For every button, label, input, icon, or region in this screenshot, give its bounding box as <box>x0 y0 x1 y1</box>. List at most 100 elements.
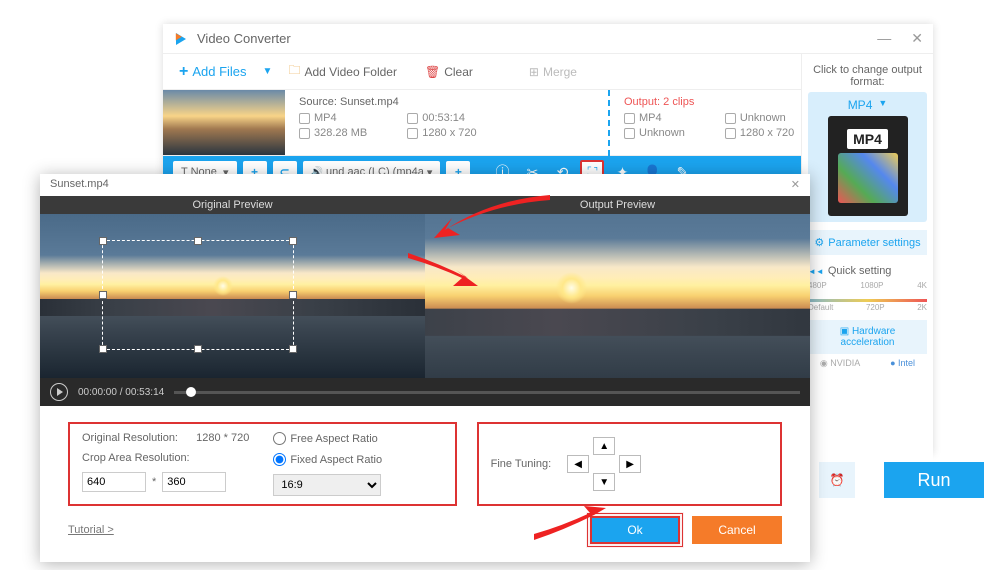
quality-slider[interactable]: 480P 1080P 4K <box>808 281 927 309</box>
format-icon <box>299 113 310 124</box>
crop-handle-tc[interactable] <box>194 237 202 245</box>
title-bar: Video Converter — ✕ <box>163 24 933 54</box>
app-title: Video Converter <box>197 31 291 46</box>
add-files-dropdown[interactable]: ▼ <box>263 66 273 77</box>
nudge-left-button[interactable]: ◀ <box>567 455 589 473</box>
crop-handle-bl[interactable] <box>99 345 107 353</box>
trash-icon: 🗑 <box>425 65 440 79</box>
chip-icon: ▣ <box>840 326 849 337</box>
play-button[interactable] <box>50 383 68 401</box>
aspect-ratio-select[interactable]: 16:9 <box>273 474 381 496</box>
output-label: Output: <box>624 96 660 108</box>
close-button[interactable]: ✕ <box>911 30 923 47</box>
parameter-settings-button[interactable]: ⚙ Parameter settings <box>808 230 927 255</box>
fixed-aspect-radio[interactable]: Fixed Aspect Ratio <box>273 453 382 466</box>
merge-label: Merge <box>543 65 577 79</box>
add-folder-label: Add Video Folder <box>304 65 397 79</box>
src-resolution: 1280 x 720 <box>422 127 476 139</box>
multiply-icon: * <box>152 476 156 488</box>
format-badge: MP4 <box>847 129 888 149</box>
ok-button[interactable]: Ok <box>590 516 680 544</box>
output-format-card[interactable]: MP4 ▼ MP4 <box>808 92 927 222</box>
size-icon <box>299 128 310 139</box>
crop-handle-tl[interactable] <box>99 237 107 245</box>
crop-handle-ml[interactable] <box>99 291 107 299</box>
out-format: MP4 <box>639 112 662 124</box>
run-button[interactable]: Run <box>884 462 984 498</box>
seek-thumb[interactable] <box>186 387 196 397</box>
app-logo-icon <box>173 31 189 47</box>
out-resolution: 1280 x 720 <box>740 127 794 139</box>
output-side-panel: Click to change output format: MP4▼ MP4 … <box>801 54 933 478</box>
crop-handle-mr[interactable] <box>289 291 297 299</box>
source-filename: Sunset.mp4 <box>340 96 399 108</box>
crop-height-input[interactable] <box>162 472 226 492</box>
format-name: MP4 <box>848 98 873 112</box>
preview-area <box>40 214 810 378</box>
size-icon <box>624 128 635 139</box>
crop-res-label: Crop Area Resolution: <box>82 452 249 464</box>
tutorial-link[interactable]: Tutorial > <box>68 524 114 536</box>
minimize-button[interactable]: — <box>877 30 891 47</box>
crop-width-input[interactable] <box>82 472 146 492</box>
preset-480p: 480P <box>808 281 827 290</box>
crop-handle-br[interactable] <box>289 345 297 353</box>
cancel-button[interactable]: Cancel <box>692 516 782 544</box>
player-bar: 00:00:00 / 00:53:14 <box>40 378 810 406</box>
nvidia-badge: ◉ NVIDIA <box>820 358 860 369</box>
hardware-accel-button[interactable]: ▣ Hardware acceleration <box>808 320 927 354</box>
clear-label: Clear <box>444 65 473 79</box>
src-format: MP4 <box>314 112 337 124</box>
free-aspect-radio[interactable]: Free Aspect Ratio <box>273 432 382 445</box>
merge-button[interactable]: ⊞ Merge <box>529 65 577 79</box>
crop-controls: Original Resolution: 1280 * 720 Crop Are… <box>40 406 810 512</box>
param-label: Parameter settings <box>828 237 920 249</box>
original-preview[interactable] <box>40 214 425 378</box>
resolution-icon <box>407 128 418 139</box>
dialog-footer: Tutorial > Ok Cancel <box>40 512 810 556</box>
preset-4k: 4K <box>917 281 927 290</box>
crop-dialog-title: Sunset.mp4 <box>50 178 109 192</box>
fine-tuning-controls: Fine Tuning: ▲ ▼ ◀ ▶ <box>477 422 782 506</box>
resolution-icon <box>725 128 736 139</box>
settings-icon: ⚙ <box>814 236 824 249</box>
src-size: 328.28 MB <box>314 127 367 139</box>
free-ar-label: Free Aspect Ratio <box>290 433 377 445</box>
clear-button[interactable]: 🗑 Clear <box>425 65 473 79</box>
video-thumbnail[interactable] <box>163 90 285 155</box>
add-files-button[interactable]: + Add Files <box>179 63 247 81</box>
crop-close-button[interactable]: ✕ <box>791 178 800 192</box>
folder-icon: 🗀 <box>288 61 300 82</box>
fine-tuning-dpad: ▲ ▼ ◀ ▶ <box>567 437 641 491</box>
crop-handle-tr[interactable] <box>289 237 297 245</box>
add-folder-button[interactable]: 🗀 Add Video Folder <box>288 61 397 82</box>
source-label: Source: <box>299 96 337 108</box>
merge-icon: ⊞ <box>529 65 539 79</box>
nudge-down-button[interactable]: ▼ <box>593 473 615 491</box>
crop-selection-box[interactable] <box>102 240 294 350</box>
fixed-ar-label: Fixed Aspect Ratio <box>290 454 382 466</box>
format-icon <box>624 113 635 124</box>
current-time: 00:00:00 <box>78 387 117 398</box>
nudge-right-button[interactable]: ▶ <box>619 455 641 473</box>
output-count: 2 clips <box>663 96 694 108</box>
add-files-label: Add Files <box>192 64 246 79</box>
plus-icon: + <box>179 63 188 81</box>
crop-handle-bc[interactable] <box>194 345 202 353</box>
seek-slider[interactable] <box>174 391 800 394</box>
nudge-up-button[interactable]: ▲ <box>593 437 615 455</box>
source-info-panel: Source: Sunset.mp4 MP4 328.28 MB 00:53:1… <box>285 90 608 155</box>
chevron-down-icon: ▼ <box>878 98 887 112</box>
total-time: 00:53:14 <box>125 387 164 398</box>
src-duration: 00:53:14 <box>422 112 465 124</box>
orig-res-value: 1280 * 720 <box>196 432 249 444</box>
fine-tuning-label: Fine Tuning: <box>491 458 552 470</box>
duration-icon <box>725 113 736 124</box>
out-size: Unknown <box>639 127 685 139</box>
output-preview <box>425 214 810 378</box>
hw-label: Hardware acceleration <box>841 326 896 348</box>
orig-res-label: Original Resolution: <box>82 432 178 444</box>
schedule-button[interactable]: ⏰ <box>819 462 855 498</box>
format-preview-icon: MP4 <box>828 116 908 216</box>
duration-icon <box>407 113 418 124</box>
